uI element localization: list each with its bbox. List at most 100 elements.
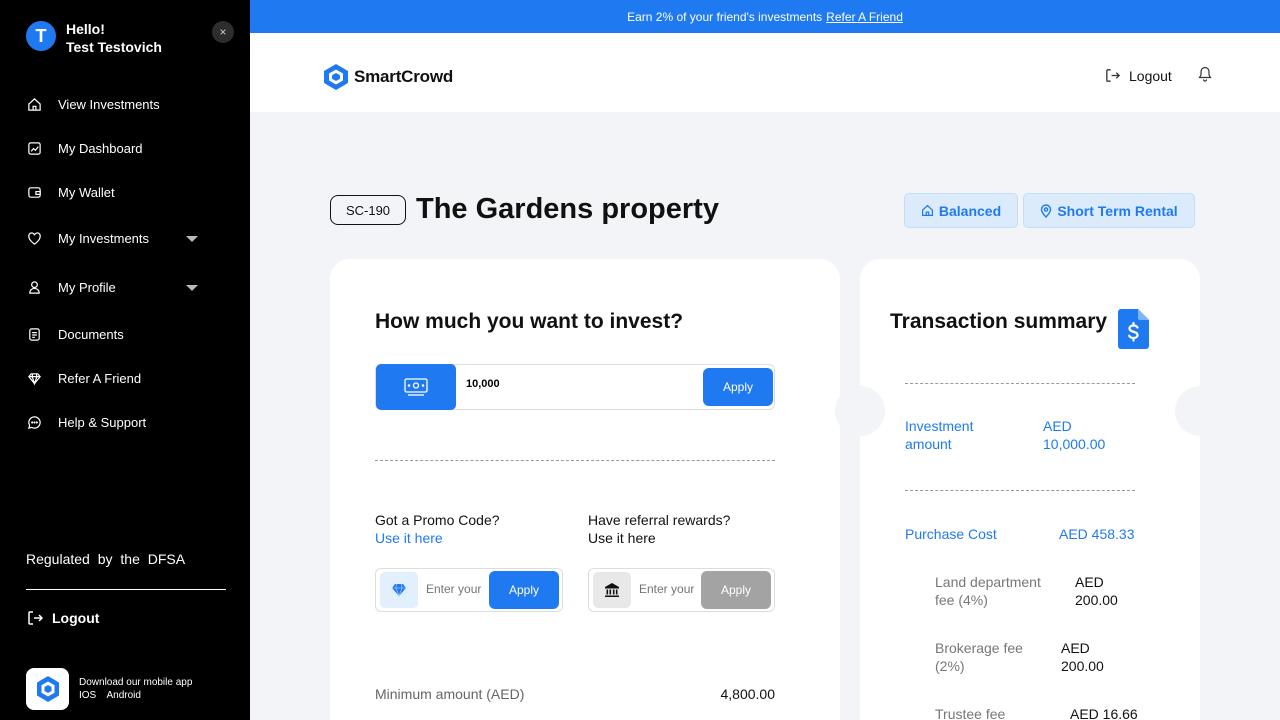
referral-code-group: Apply: [588, 568, 775, 612]
banner-refer-link[interactable]: Refer A Friend: [826, 10, 903, 24]
logout-icon: [1104, 67, 1121, 84]
land-fee-label: Land department fee (4%): [935, 574, 1041, 608]
minimum-amount-row: Minimum amount (AED) 4,800.00: [375, 686, 775, 702]
user-block: T Hello! Test Testovich: [26, 20, 162, 56]
invest-card: How much you want to invest? Apply Got a…: [330, 259, 840, 720]
promo-code-input[interactable]: [426, 582, 488, 596]
sidebar-item-my-profile[interactable]: My Profile: [26, 263, 226, 312]
chevron-down-icon[interactable]: [186, 235, 198, 242]
property-code-badge: SC-190: [330, 195, 406, 225]
brokerage-fee-label: Brokerage fee (2%): [935, 640, 1023, 674]
android-link[interactable]: Android: [106, 690, 140, 701]
referral-apply-button[interactable]: Apply: [701, 571, 771, 609]
summary-heading: Transaction summary: [890, 310, 1108, 333]
brokerage-fee-value: AED 200.00: [1061, 640, 1104, 674]
sidebar-item-help-support[interactable]: Help & Support: [26, 400, 226, 444]
land-fee-value: AED 200.00: [1075, 574, 1118, 608]
minimum-amount-value: 4,800.00: [720, 686, 776, 702]
greeting-text: Hello!: [66, 21, 105, 37]
sidebar-logout-button[interactable]: Logout: [26, 609, 99, 627]
promo-apply-button[interactable]: Apply: [489, 571, 559, 609]
transaction-summary-card: Transaction summary Investment amount AE…: [835, 259, 1225, 720]
close-icon: ×: [219, 25, 227, 39]
sidebar-item-view-investments[interactable]: View Investments: [26, 82, 226, 126]
user-name: Test Testovich: [66, 39, 162, 55]
sidebar-nav: View Investments My Dashboard My Wallet …: [26, 82, 226, 444]
dashboard-icon: [26, 140, 42, 156]
cash-icon: [376, 364, 456, 410]
tag-balanced: Balanced: [904, 193, 1018, 228]
promo-code-group: Apply: [375, 568, 563, 612]
sidebar-logout-label: Logout: [52, 610, 100, 626]
location-pin-icon: [1040, 203, 1052, 218]
header-logout-button[interactable]: Logout: [1104, 67, 1172, 84]
home-icon: [26, 96, 42, 112]
sidebar-item-refer-a-friend[interactable]: Refer A Friend: [26, 356, 226, 400]
logo-icon: [324, 64, 348, 90]
referral-label: Have referral rewards? Use it here: [588, 511, 730, 547]
app-logo-icon[interactable]: [26, 668, 69, 710]
promo-title: Got a Promo Code?: [375, 512, 500, 528]
close-sidebar-button[interactable]: ×: [212, 21, 234, 43]
purchase-cost-value: AED 458.33: [1059, 526, 1135, 542]
bell-icon[interactable]: [1198, 66, 1212, 87]
ticket-notch-left: [835, 386, 885, 436]
home-icon: [921, 204, 934, 217]
header-logout-label: Logout: [1129, 67, 1172, 84]
document-icon: [26, 326, 42, 342]
sidebar-item-label: Documents: [58, 326, 124, 342]
referral-banner: Earn 2% of your friend's investments Ref…: [250, 0, 1280, 33]
regulated-text: Regulated by the DFSA: [26, 551, 186, 567]
sidebar-item-label: Help & Support: [58, 414, 147, 430]
brand-logo[interactable]: SmartCrowd: [323, 63, 453, 91]
sidebar-divider: [26, 589, 226, 590]
trustee-fee-value: AED 16.66: [1070, 706, 1138, 720]
user-greeting: Hello! Test Testovich: [66, 20, 162, 56]
sidebar-item-label: Refer A Friend: [58, 370, 142, 386]
sidebar-item-my-wallet[interactable]: My Wallet: [26, 170, 226, 214]
promo-use-link[interactable]: Use it here: [375, 529, 500, 547]
sidebar-item-documents[interactable]: Documents: [26, 312, 226, 356]
trustee-fee-label: Trustee fee: [935, 706, 1006, 720]
referral-code-input[interactable]: [639, 582, 701, 596]
invest-heading: How much you want to invest?: [375, 310, 684, 333]
tag-short-term-rental: Short Term Rental: [1023, 193, 1195, 228]
wallet-icon: [26, 184, 42, 200]
tag-label: Balanced: [938, 202, 1002, 219]
invoice-dollar-icon: [1116, 308, 1151, 355]
user-icon: [26, 280, 42, 296]
page-title: The Gardens property: [416, 193, 719, 225]
banner-text: Earn 2% of your friend's investments: [627, 9, 823, 24]
sidebar-item-label: My Investments: [58, 231, 150, 246]
referral-use-text: Use it here: [588, 530, 656, 546]
mobile-app-promo: Download our mobile app IOS Android: [26, 668, 192, 710]
investment-amount-value: AED 10,000.00: [1043, 418, 1106, 452]
investment-amount-label: Investment amount: [905, 418, 974, 452]
referral-title: Have referral rewards?: [588, 512, 731, 528]
top-header: SmartCrowd Logout: [250, 33, 1280, 112]
ticket-notch-right: [1175, 386, 1225, 436]
sidebar-item-my-dashboard[interactable]: My Dashboard: [26, 126, 226, 170]
ios-link[interactable]: IOS: [79, 690, 96, 701]
app-promo-label: Download our mobile app: [79, 677, 193, 688]
sidebar-item-my-investments[interactable]: My Investments: [26, 214, 226, 263]
divider: [905, 490, 1135, 491]
purchase-cost-label: Purchase Cost: [905, 526, 997, 542]
chevron-down-icon[interactable]: [186, 284, 198, 291]
diamond-icon: [26, 370, 42, 386]
sidebar-item-label: My Dashboard: [58, 140, 143, 156]
logout-icon: [26, 609, 44, 627]
chat-icon: [26, 414, 42, 430]
minimum-amount-label: Minimum amount (AED): [375, 686, 525, 702]
diamond-icon: [380, 572, 418, 608]
sidebar: T Hello! Test Testovich × View Investmen…: [0, 0, 250, 720]
tag-label: Short Term Rental: [1057, 202, 1178, 219]
app-promo-text: Download our mobile app IOS Android: [79, 676, 192, 702]
brand-name: SmartCrowd: [354, 67, 454, 86]
investment-amount-input[interactable]: [466, 378, 686, 390]
amount-apply-button[interactable]: Apply: [703, 368, 773, 406]
sidebar-item-label: My Profile: [58, 280, 116, 295]
avatar[interactable]: T: [26, 21, 56, 51]
heart-icon: [26, 231, 42, 247]
amount-input-group: Apply: [375, 364, 775, 410]
